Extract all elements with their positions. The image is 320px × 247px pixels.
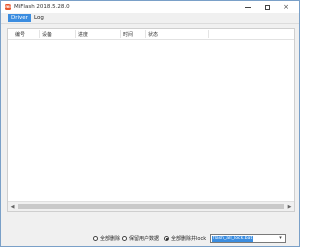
column-divider[interactable] [208, 30, 209, 38]
menu-bar: Driver Log [1, 13, 299, 24]
device-table: 编号 设备 进度 时间 状态 ◀ ▶ [7, 28, 295, 212]
column-header-progress[interactable]: 进度 [78, 31, 88, 38]
chevron-down-icon[interactable]: ▾ [277, 235, 284, 242]
table-body [8, 40, 294, 200]
scrollbar-thumb[interactable] [18, 204, 284, 209]
flash-script-value: flash_all_lock.bat [212, 236, 254, 242]
maximize-icon [264, 4, 270, 10]
close-button[interactable]: × [278, 1, 294, 13]
radio-save-user-data-label[interactable]: 保留用户数据 [129, 235, 159, 242]
column-header-number[interactable]: 编号 [15, 31, 25, 38]
column-divider[interactable] [120, 30, 121, 38]
close-icon: × [283, 2, 289, 11]
radio-clean-all-and-lock[interactable] [164, 236, 169, 241]
radio-clean-all[interactable] [93, 236, 98, 241]
scroll-right-arrow-icon[interactable]: ▶ [285, 202, 294, 211]
column-divider[interactable] [75, 30, 76, 38]
column-header-time[interactable]: 时间 [123, 31, 133, 38]
flash-script-select[interactable]: flash_all_lock.bat ▾ [210, 234, 286, 243]
title-bar: mi MiFlash 2018.5.28.0 × [1, 1, 299, 13]
radio-clean-all-and-lock-label[interactable]: 全部删除并lock [171, 235, 206, 242]
column-header-device[interactable]: 设备 [42, 31, 52, 38]
miflash-window: mi MiFlash 2018.5.28.0 × Driver Log 编号 设… [0, 0, 300, 247]
menu-driver[interactable]: Driver [8, 14, 31, 22]
menu-log[interactable]: Log [31, 14, 47, 22]
column-divider[interactable] [39, 30, 40, 38]
maximize-button[interactable] [259, 1, 275, 13]
mi-logo-icon: mi [5, 4, 11, 10]
minimize-icon [245, 6, 251, 8]
horizontal-scrollbar[interactable]: ◀ ▶ [8, 201, 294, 211]
column-divider[interactable] [145, 30, 146, 38]
footer-options: 全部删除 保留用户数据 全部删除并lock flash_all_lock.bat… [1, 232, 299, 246]
radio-save-user-data[interactable] [122, 236, 127, 241]
window-title: MiFlash 2018.5.28.0 [14, 4, 70, 10]
radio-clean-all-label[interactable]: 全部删除 [100, 235, 120, 242]
table-header: 编号 设备 进度 时间 状态 [8, 29, 294, 40]
scroll-left-arrow-icon[interactable]: ◀ [8, 202, 17, 211]
minimize-button[interactable] [240, 1, 256, 13]
column-header-status[interactable]: 状态 [148, 31, 158, 38]
